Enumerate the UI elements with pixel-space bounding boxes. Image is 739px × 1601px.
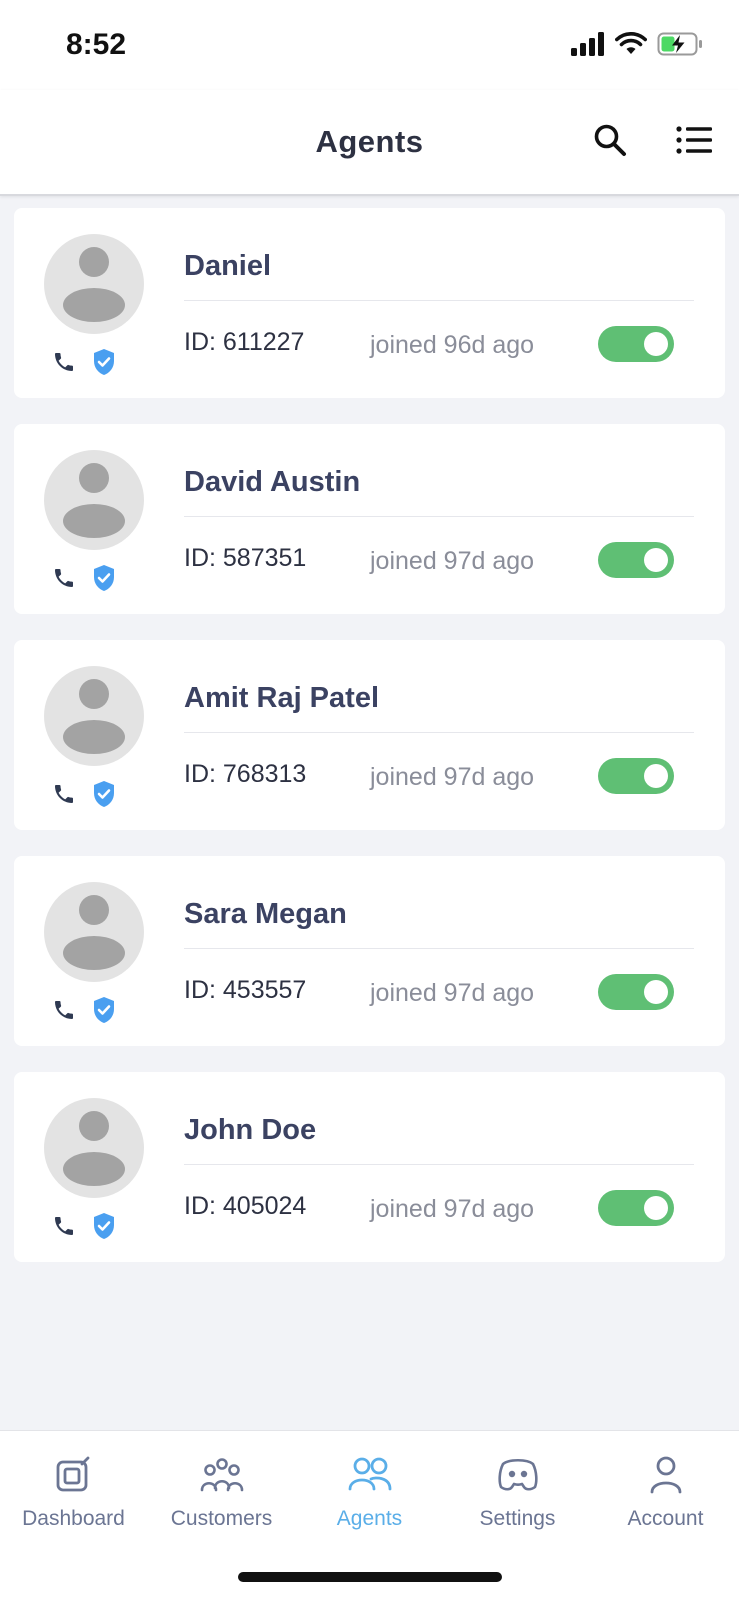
avatar-placeholder-icon: [63, 463, 125, 538]
avatar: [44, 1098, 144, 1198]
verified-shield-icon: [94, 781, 114, 807]
phone-icon[interactable]: [52, 782, 76, 806]
toggle-knob: [644, 1196, 668, 1220]
agent-icons: [52, 348, 116, 376]
agent-joined: joined 97d ago: [370, 763, 535, 791]
toggle-knob: [644, 332, 668, 356]
agent-name: Amit Raj Patel: [184, 682, 379, 714]
account-icon: [650, 1456, 681, 1494]
search-icon: [594, 124, 626, 156]
agent-status-toggle[interactable]: [598, 758, 674, 794]
dashboard-icon: [56, 1456, 89, 1492]
agent-joined: joined 97d ago: [370, 1195, 535, 1223]
status-time: 8:52: [66, 28, 127, 61]
card-divider: [184, 516, 694, 517]
agent-name: David Austin: [184, 466, 361, 498]
search-button[interactable]: [586, 116, 634, 164]
list-icon: [676, 126, 712, 154]
status-bar: 8:52: [0, 0, 739, 90]
agent-icons: [52, 780, 116, 808]
toggle-knob: [644, 980, 668, 1004]
tab-label: Customers: [170, 1507, 273, 1530]
list-menu-button[interactable]: [670, 116, 718, 164]
phone-icon[interactable]: [52, 1214, 76, 1238]
customers-icon: [200, 1458, 243, 1492]
tab-label: Agents: [336, 1507, 403, 1530]
home-indicator: [238, 1572, 502, 1582]
agent-card[interactable]: Daniel ID: 611227 joined 96d ago: [14, 208, 725, 398]
agent-card[interactable]: David Austin ID: 587351 joined 97d ago: [14, 424, 725, 614]
tab-label: Account: [627, 1507, 704, 1530]
tab-label: Settings: [479, 1507, 556, 1530]
card-divider: [184, 1164, 694, 1165]
verified-shield-icon: [94, 1213, 114, 1239]
avatar: [44, 450, 144, 550]
phone-icon[interactable]: [52, 350, 76, 374]
verified-shield-icon: [94, 997, 114, 1023]
verified-shield-icon: [94, 565, 114, 591]
status-icons: [571, 32, 703, 56]
card-divider: [184, 732, 694, 733]
agent-id: ID: 611227: [184, 328, 305, 356]
avatar-placeholder-icon: [63, 895, 125, 970]
verified-shield-icon: [94, 349, 114, 375]
agent-icons: [52, 1212, 116, 1240]
settings-icon: [497, 1458, 538, 1491]
agent-status-toggle[interactable]: [598, 542, 674, 578]
avatar: [44, 234, 144, 334]
tab-dashboard[interactable]: Dashboard: [0, 1451, 147, 1531]
agent-id: ID: 768313: [184, 760, 307, 788]
avatar: [44, 666, 144, 766]
avatar-placeholder-icon: [63, 247, 125, 322]
agent-joined: joined 96d ago: [370, 331, 535, 359]
agent-name: Sara Megan: [184, 898, 347, 930]
agent-status-toggle[interactable]: [598, 974, 674, 1010]
card-divider: [184, 948, 694, 949]
battery-charging-icon: [657, 32, 702, 56]
card-divider: [184, 300, 694, 301]
agents-icon: [348, 1457, 391, 1491]
cellular-signal-icon: [571, 32, 604, 56]
agent-icons: [52, 564, 116, 592]
agent-id: ID: 453557: [184, 976, 307, 1004]
agent-card[interactable]: John Doe ID: 405024 joined 97d ago: [14, 1072, 725, 1262]
agent-card[interactable]: Amit Raj Patel ID: 768313 joined 97d ago: [14, 640, 725, 830]
tab-agents[interactable]: Agents: [296, 1451, 443, 1531]
agent-name: Daniel: [184, 250, 272, 282]
tab-account[interactable]: Account: [592, 1451, 739, 1531]
app-header: Agents: [0, 90, 739, 196]
agents-list: Daniel ID: 611227 joined 96d ago David A…: [14, 208, 725, 1288]
toggle-knob: [644, 764, 668, 788]
agent-card[interactable]: Sara Megan ID: 453557 joined 97d ago: [14, 856, 725, 1046]
agent-id: ID: 405024: [184, 1192, 307, 1220]
avatar: [44, 882, 144, 982]
avatar-placeholder-icon: [63, 679, 125, 754]
agent-icons: [52, 996, 116, 1024]
agent-joined: joined 97d ago: [370, 547, 535, 575]
agent-joined: joined 97d ago: [370, 979, 535, 1007]
agent-status-toggle[interactable]: [598, 1190, 674, 1226]
phone-icon[interactable]: [52, 998, 76, 1022]
tab-customers[interactable]: Customers: [148, 1451, 295, 1531]
agent-status-toggle[interactable]: [598, 326, 674, 362]
agent-id: ID: 587351: [184, 544, 307, 572]
toggle-knob: [644, 548, 668, 572]
tab-settings[interactable]: Settings: [444, 1451, 591, 1531]
phone-icon[interactable]: [52, 566, 76, 590]
agent-name: John Doe: [184, 1114, 317, 1146]
avatar-placeholder-icon: [63, 1111, 125, 1186]
wifi-icon: [615, 32, 647, 54]
tab-label: Dashboard: [22, 1507, 125, 1530]
